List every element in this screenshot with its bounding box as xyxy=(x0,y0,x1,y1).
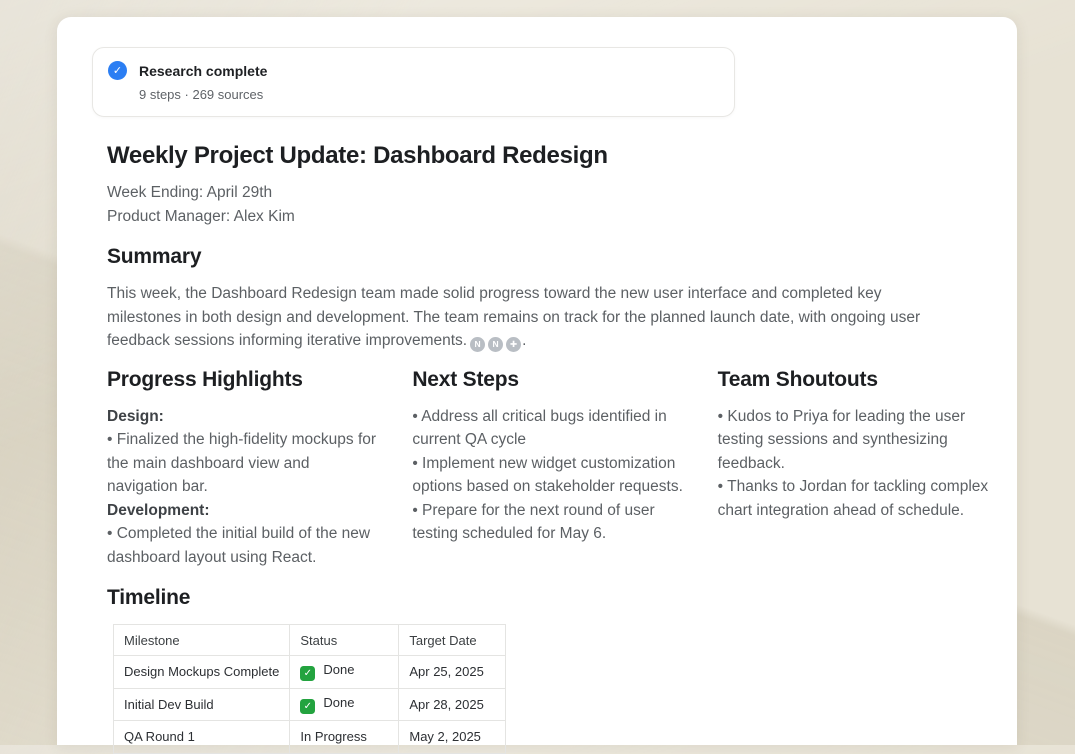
done-check-icon: ✓ xyxy=(300,699,315,714)
summary-heading: Summary xyxy=(107,244,990,270)
summary-period: . xyxy=(522,332,526,349)
column-bullet-line: • Kudos to Priya for leading the user te… xyxy=(718,405,990,476)
column-bullet-line: • Thanks to Jordan for tackling complex … xyxy=(718,475,990,522)
target-date-cell: Apr 28, 2025 xyxy=(399,688,506,721)
research-complete-check-icon: ✓ xyxy=(108,61,127,80)
column-bullet-line: • Address all critical bugs identified i… xyxy=(412,405,684,452)
status-label: In Progress xyxy=(300,729,366,744)
status-label: Done xyxy=(323,662,354,677)
table-row: QA Round 1 In Progress May 2, 2025 xyxy=(114,721,506,754)
progress-highlights-column: Progress Highlights Design:• Finalized t… xyxy=(107,367,379,570)
research-complete-card[interactable]: ✓ Research complete 9 steps · 269 source… xyxy=(92,47,735,117)
timeline-heading: Timeline xyxy=(107,585,990,611)
target-date-cell: May 2, 2025 xyxy=(399,721,506,754)
citation-chips: NN✚ xyxy=(470,337,521,352)
milestone-column-header: Milestone xyxy=(114,625,290,656)
team-shoutouts-column: Team Shoutouts • Kudos to Priya for lead… xyxy=(718,367,990,570)
table-row: Initial Dev Build ✓ Done Apr 28, 2025 xyxy=(114,688,506,721)
week-ending-line: Week Ending: April 29th xyxy=(107,181,990,205)
research-steps-sources-meta: 9 steps · 269 sources xyxy=(139,87,734,102)
notion-citation-icon[interactable]: N xyxy=(470,337,485,352)
three-column-section: Progress Highlights Design:• Finalized t… xyxy=(107,367,990,570)
next-steps-lines: • Address all critical bugs identified i… xyxy=(412,405,684,546)
team-shoutouts-heading: Team Shoutouts xyxy=(718,367,990,393)
status-cell: In Progress xyxy=(290,721,399,754)
next-steps-heading: Next Steps xyxy=(412,367,684,393)
column-sublabel: Development: xyxy=(107,499,379,523)
column-bullet-line: • Completed the initial build of the new… xyxy=(107,522,379,569)
table-header-row: Milestone Status Target Date xyxy=(114,625,506,656)
document-card: ✓ Research complete 9 steps · 269 source… xyxy=(57,17,1017,745)
column-bullet-line: • Implement new widget customization opt… xyxy=(412,452,684,499)
slack-citation-icon[interactable]: ✚ xyxy=(506,337,521,352)
summary-paragraph: This week, the Dashboard Redesign team m… xyxy=(107,282,929,353)
done-check-icon: ✓ xyxy=(300,666,315,681)
status-cell: ✓ Done xyxy=(290,688,399,721)
next-steps-column: Next Steps • Address all critical bugs i… xyxy=(412,367,684,570)
milestone-cell: Design Mockups Complete xyxy=(114,656,290,689)
status-cell: ✓ Done xyxy=(290,656,399,689)
target-date-column-header: Target Date xyxy=(399,625,506,656)
column-sublabel: Design: xyxy=(107,405,379,429)
timeline-table: Milestone Status Target Date Design Mock… xyxy=(113,624,506,754)
column-bullet-line: • Prepare for the next round of user tes… xyxy=(412,499,684,546)
progress-highlights-heading: Progress Highlights xyxy=(107,367,379,393)
milestone-cell: Initial Dev Build xyxy=(114,688,290,721)
status-label: Done xyxy=(323,695,354,710)
product-manager-line: Product Manager: Alex Kim xyxy=(107,205,990,229)
target-date-cell: Apr 25, 2025 xyxy=(399,656,506,689)
milestone-cell: QA Round 1 xyxy=(114,721,290,754)
page-title: Weekly Project Update: Dashboard Redesig… xyxy=(107,141,990,171)
research-complete-row: ✓ Research complete xyxy=(108,61,734,80)
column-bullet-line: • Finalized the high-fidelity mockups fo… xyxy=(107,428,379,499)
table-row: Design Mockups Complete ✓ Done Apr 25, 2025 xyxy=(114,656,506,689)
research-complete-title: Research complete xyxy=(139,63,267,79)
progress-highlights-lines: Design:• Finalized the high-fidelity moc… xyxy=(107,405,379,570)
team-shoutouts-lines: • Kudos to Priya for leading the user te… xyxy=(718,405,990,523)
status-column-header: Status xyxy=(290,625,399,656)
notion-citation-icon[interactable]: N xyxy=(488,337,503,352)
